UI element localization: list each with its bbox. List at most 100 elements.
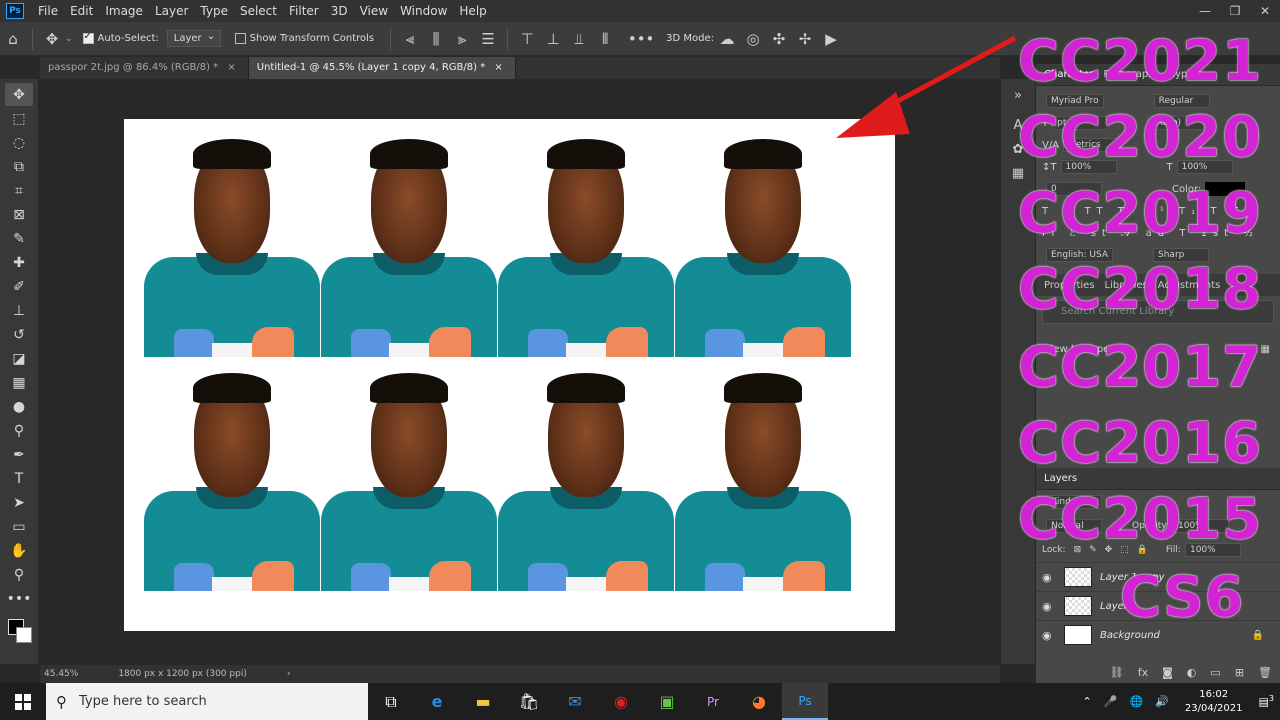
align-left-icon[interactable]: ⫷ xyxy=(397,26,423,52)
volume-icon[interactable]: 🔊 xyxy=(1155,695,1169,708)
store-icon[interactable]: 🛍 xyxy=(506,683,552,720)
menu-type[interactable]: Type xyxy=(194,4,234,18)
gradient-tool-icon[interactable]: ▦ xyxy=(5,371,33,394)
photo-patch xyxy=(252,327,294,357)
taskbar-search-input[interactable]: ⚲ Type here to search xyxy=(46,683,368,720)
lasso-tool-icon[interactable]: ◌ xyxy=(5,131,33,154)
start-button[interactable] xyxy=(0,683,46,720)
drag-3d-icon[interactable]: ✣ xyxy=(766,26,792,52)
menu-view[interactable]: View xyxy=(354,4,394,18)
file-explorer-icon[interactable]: ▬ xyxy=(460,683,506,720)
close-button[interactable]: ✕ xyxy=(1250,0,1280,22)
layer-thumbnail xyxy=(1064,596,1092,616)
menu-window[interactable]: Window xyxy=(394,4,453,18)
blur-tool-icon[interactable]: ● xyxy=(5,395,33,418)
eraser-tool-icon[interactable]: ◪ xyxy=(5,347,33,370)
status-chevron-icon[interactable]: › xyxy=(287,669,291,679)
tab-passport-jpg[interactable]: passpor 2t.jpg @ 86.4% (RGB/8) * × xyxy=(40,57,249,79)
healing-brush-icon[interactable]: ✚ xyxy=(5,251,33,274)
object-select-tool-icon[interactable]: ⧉ xyxy=(5,155,33,178)
slide-3d-icon[interactable]: ✢ xyxy=(792,26,818,52)
new-layer-icon[interactable]: ⊞ xyxy=(1235,666,1244,679)
mail-icon[interactable]: ✉ xyxy=(552,683,598,720)
eye-icon[interactable]: ◉ xyxy=(1042,571,1058,584)
rectangle-tool-icon[interactable]: ▭ xyxy=(5,515,33,538)
align-top-icon[interactable]: ⊤ xyxy=(514,26,540,52)
orbit-3d-icon[interactable]: ☁ xyxy=(714,26,740,52)
tab-untitled-1[interactable]: Untitled-1 @ 45.5% (Layer 1 copy 4, RGB/… xyxy=(248,57,516,79)
delete-layer-icon[interactable]: 🗑 xyxy=(1258,666,1272,679)
clock-time: 16:02 xyxy=(1199,688,1229,700)
layer-style-icon[interactable]: fx xyxy=(1138,666,1148,679)
recorder-icon[interactable]: ◉ xyxy=(598,683,644,720)
zoom-level[interactable]: 45.45% xyxy=(44,669,78,679)
move-tool-icon[interactable]: ✥ xyxy=(39,26,65,52)
dodge-tool-icon[interactable]: ⚲ xyxy=(5,419,33,442)
brush-tool-icon[interactable]: ✐ xyxy=(5,275,33,298)
camtasia-icon[interactable]: ▣ xyxy=(644,683,690,720)
document-canvas[interactable] xyxy=(124,119,895,631)
eyedropper-tool-icon[interactable]: ✎ xyxy=(5,227,33,250)
show-transform-checkbox[interactable]: Show Transform Controls xyxy=(234,33,374,44)
minimize-button[interactable]: — xyxy=(1190,0,1220,22)
align-bottom-icon[interactable]: ⫫ xyxy=(566,26,592,52)
zoom-tool-icon[interactable]: ⚲ xyxy=(5,563,33,586)
close-icon[interactable]: × xyxy=(494,62,502,73)
path-select-icon[interactable]: ➤ xyxy=(5,491,33,514)
chevron-up-icon[interactable]: ⌃ xyxy=(1083,695,1092,708)
align-right-icon[interactable]: ⫸ xyxy=(449,26,475,52)
photo-hair xyxy=(193,373,271,403)
close-icon[interactable]: × xyxy=(227,62,235,73)
menu-layer[interactable]: Layer xyxy=(149,4,194,18)
clone-stamp-icon[interactable]: ⊥ xyxy=(5,299,33,322)
auto-select-target-dropdown[interactable]: Layer xyxy=(166,29,221,47)
edge-browser-icon[interactable]: e xyxy=(414,683,460,720)
more-options-button[interactable]: ••• xyxy=(628,26,655,52)
restore-button[interactable]: ❐ xyxy=(1220,0,1250,22)
more-tools-icon[interactable]: ••• xyxy=(5,587,33,610)
roll-3d-icon[interactable]: ◎ xyxy=(740,26,766,52)
chevron-down-icon[interactable]: ⌄ xyxy=(65,34,73,44)
distribute-vertical-icon[interactable]: ⫴ xyxy=(592,26,618,52)
distribute-icon[interactable]: ☰ xyxy=(475,26,501,52)
align-middle-icon[interactable]: ⊥ xyxy=(540,26,566,52)
checkbox-checked-icon[interactable] xyxy=(82,31,94,44)
clock[interactable]: 16:02 23/04/2021 xyxy=(1185,688,1243,716)
type-tool-icon[interactable]: T xyxy=(5,467,33,490)
home-icon[interactable]: ⌂ xyxy=(0,26,26,52)
menu-image[interactable]: Image xyxy=(99,4,149,18)
adjustment-layer-icon[interactable]: ◐ xyxy=(1187,666,1197,679)
network-icon[interactable]: 🌐 xyxy=(1129,695,1143,708)
eye-icon[interactable]: ◉ xyxy=(1042,600,1058,613)
color-swatches[interactable] xyxy=(4,617,34,647)
menu-select[interactable]: Select xyxy=(234,4,283,18)
link-layers-icon[interactable]: ⛓ xyxy=(1110,666,1124,679)
canvas-area[interactable] xyxy=(40,79,1000,665)
hand-tool-icon[interactable]: ✋ xyxy=(5,539,33,562)
menu-help[interactable]: Help xyxy=(453,4,492,18)
menu-3d[interactable]: 3D xyxy=(325,4,354,18)
background-color-swatch[interactable] xyxy=(16,627,32,643)
pen-tool-icon[interactable]: ✒ xyxy=(5,443,33,466)
photoshop-taskbar-icon[interactable]: Ps xyxy=(782,683,828,720)
history-brush-icon[interactable]: ↺ xyxy=(5,323,33,346)
notifications-icon[interactable]: ▤3 xyxy=(1259,694,1275,709)
menu-edit[interactable]: Edit xyxy=(64,4,99,18)
menu-file[interactable]: File xyxy=(32,4,64,18)
eye-icon[interactable]: ◉ xyxy=(1042,629,1058,642)
layer-mask-icon[interactable]: ◙ xyxy=(1162,666,1173,679)
task-view-icon[interactable]: ⧉ xyxy=(368,683,414,720)
checkbox-unchecked-icon[interactable] xyxy=(234,33,246,44)
menu-filter[interactable]: Filter xyxy=(283,4,325,18)
frame-tool-icon[interactable]: ⊠ xyxy=(5,203,33,226)
crop-tool-icon[interactable]: ⌗ xyxy=(5,179,33,202)
auto-select-checkbox[interactable]: Auto-Select: xyxy=(82,31,159,44)
align-center-icon[interactable]: ⫼ xyxy=(423,26,449,52)
firefox-icon[interactable]: ◕ xyxy=(736,683,782,720)
microphone-icon[interactable]: 🎤 xyxy=(1104,695,1118,708)
marquee-tool-icon[interactable]: ⬚ xyxy=(5,107,33,130)
premiere-icon[interactable]: Pr xyxy=(690,683,736,720)
move-tool-icon[interactable]: ✥ xyxy=(5,83,33,106)
new-group-icon[interactable]: ▭ xyxy=(1210,666,1220,679)
photoshop-logo-icon[interactable]: Ps xyxy=(6,3,24,19)
